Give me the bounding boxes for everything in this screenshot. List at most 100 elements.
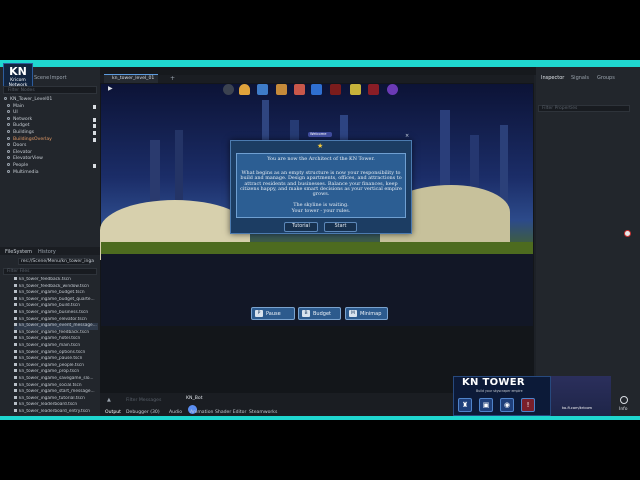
file-item[interactable]: kn_tower_ingame_build.tscn (14, 303, 98, 310)
path-text: res://Scene/Menu/kn_tower_inga (21, 259, 95, 264)
node-icon (7, 162, 10, 166)
tab-steamworks[interactable]: Steamworks (249, 410, 277, 415)
file-item[interactable]: kn_tower_feedback_window.tscn (14, 284, 98, 291)
tree-node[interactable]: ElevatorView (4, 156, 98, 163)
pause-button[interactable]: P Pause (251, 307, 295, 320)
tab-scene[interactable]: Scene (34, 75, 49, 81)
file-item[interactable]: kn_tower_ingame_pause.tscn (14, 356, 98, 363)
shop-tool-icon[interactable] (294, 84, 305, 95)
node-icon (7, 156, 10, 160)
minimap-button[interactable]: M Minimap (345, 307, 388, 320)
tab-shader-editor[interactable]: Shader Editor (215, 410, 246, 415)
start-button[interactable]: Start (324, 222, 357, 232)
visibility-icon[interactable] (93, 163, 96, 168)
dialog-paragraph: What begins as an empty structure is now… (240, 170, 402, 198)
pause-label: Pause (266, 311, 281, 317)
file-item[interactable]: kn_tower_ingame_hotel.tscn (14, 336, 98, 343)
tree-node-label: BuildingsOverlay (13, 136, 52, 142)
visibility-icon[interactable] (93, 130, 96, 135)
file-item[interactable]: kn_tower_ingame_options.tscn (14, 350, 98, 357)
tree-node-label: Main (13, 103, 24, 109)
file-item[interactable]: kn_tower_feedback.tscn (14, 277, 98, 284)
dialog-badge: Welcome (308, 132, 332, 137)
apartment-tool-icon[interactable] (276, 84, 287, 95)
tab-debugger[interactable]: Debugger (30) (126, 410, 160, 415)
hotel-tool-icon[interactable] (368, 84, 379, 95)
path-field[interactable]: res://Scene/Menu/kn_tower_inga (18, 258, 94, 265)
play-icon[interactable]: ▶ (108, 85, 113, 92)
tab-filesystem[interactable]: FileSystem (5, 249, 32, 255)
tutorial-button[interactable]: Tutorial (284, 222, 318, 232)
file-item[interactable]: kn_tower_leaderboard_entry.tscn (14, 409, 98, 416)
add-tab-icon[interactable]: + (170, 75, 175, 82)
node-icon (7, 110, 10, 114)
filter-files-input[interactable]: Filter Files (3, 268, 97, 275)
file-item[interactable]: kn_tower_ingame_social.tscn (14, 383, 98, 390)
node-icon (4, 97, 7, 100)
build-toolbar (220, 82, 410, 96)
stairs-tool-icon[interactable] (311, 84, 322, 95)
node-icon (7, 123, 10, 127)
budget-button[interactable]: B Budget (298, 307, 341, 320)
tab-inspector[interactable]: Inspector (541, 75, 564, 81)
file-item[interactable]: kn_tower_ingame_budget_quarte... (14, 297, 98, 304)
filter-properties-input[interactable]: Filter Properties (538, 105, 630, 112)
tab-audio[interactable]: Audio (169, 410, 182, 415)
banner-title: KN TOWER (462, 377, 525, 388)
node-icon (7, 149, 10, 153)
tree-node[interactable]: Multimedia (4, 169, 98, 177)
filter-nodes-input[interactable]: Filter Nodes (3, 86, 97, 94)
tab-output[interactable]: Output (105, 410, 121, 415)
visibility-icon[interactable] (93, 104, 96, 109)
tree-node[interactable]: Main (4, 103, 98, 111)
file-item[interactable]: kn_tower_ingame_feedback.tscn (14, 330, 98, 337)
file-item[interactable]: kn_tower_ingame_people.tscn (14, 363, 98, 370)
tab-scene-file[interactable]: kn_tower_level_01 (104, 74, 158, 83)
node-icon (7, 116, 10, 120)
tab-import[interactable]: Import (50, 75, 67, 81)
close-icon[interactable]: × (405, 133, 410, 139)
file-item-selected[interactable]: kn_tower_ingame_event_message... (14, 323, 98, 330)
clear-icon[interactable]: ▲ (107, 397, 111, 403)
tree-node[interactable]: Budget (4, 123, 98, 130)
tree-node[interactable]: People (4, 162, 98, 170)
office-tool-icon[interactable] (257, 84, 268, 95)
visibility-icon[interactable] (93, 137, 96, 142)
dialog-intro: You are now the Architect of the KN Towe… (267, 156, 375, 162)
tab-animation[interactable]: Animation (190, 410, 213, 415)
tower-icon: ♜ (458, 398, 472, 412)
file-item[interactable]: kn_tower_ingame_savegame_slo... (14, 376, 98, 383)
file-item[interactable]: kn_tower_ingame_tutorial.tscn (14, 396, 98, 403)
stream-border-bottom (0, 416, 640, 420)
record-icon[interactable] (624, 230, 631, 237)
tree-node[interactable]: Buildings (4, 129, 98, 137)
file-item[interactable]: kn_tower_leaderboard.tscn (14, 402, 98, 409)
node-icon (7, 169, 10, 173)
fire-tool-icon[interactable] (330, 84, 341, 95)
file-item[interactable]: kn_tower_ingame_business.tscn (14, 310, 98, 317)
tab-signals[interactable]: Signals (571, 75, 589, 81)
restaurant-tool-icon[interactable] (350, 84, 361, 95)
file-item[interactable]: kn_tower_ingame_main.tscn (14, 343, 98, 350)
tree-node-label: UI (13, 110, 18, 116)
tab-groups[interactable]: Groups (597, 75, 615, 81)
tree-node[interactable]: UI (4, 110, 98, 117)
visibility-icon[interactable] (93, 124, 96, 129)
tree-node[interactable]: Doors (4, 143, 98, 150)
tree-node-label: Elevator (13, 149, 33, 155)
file-item[interactable]: kn_tower_ingame_start_message... (14, 389, 98, 396)
file-item[interactable]: kn_tower_ingame_budget.tscn (14, 290, 98, 297)
tab-history[interactable]: History (38, 249, 56, 255)
building-icon: ▣ (479, 398, 493, 412)
tree-node-label: KN_Tower_Level01 (10, 97, 53, 102)
inspector-dock (536, 67, 640, 416)
budget-key: B (302, 310, 310, 317)
filter-messages-input[interactable]: Filter Messages (126, 398, 161, 403)
bell-tool-icon[interactable] (239, 84, 250, 95)
bomb-tool-icon[interactable] (387, 84, 398, 95)
file-item[interactable]: kn_tower_ingame_elevator.tscn (14, 317, 98, 324)
file-item[interactable]: kn_tower_ingame_prop.tscn (14, 369, 98, 376)
cursor-tool-icon[interactable] (223, 84, 234, 95)
visibility-icon[interactable] (93, 117, 96, 122)
tree-node[interactable]: KN_Tower_Level01 (4, 97, 98, 104)
